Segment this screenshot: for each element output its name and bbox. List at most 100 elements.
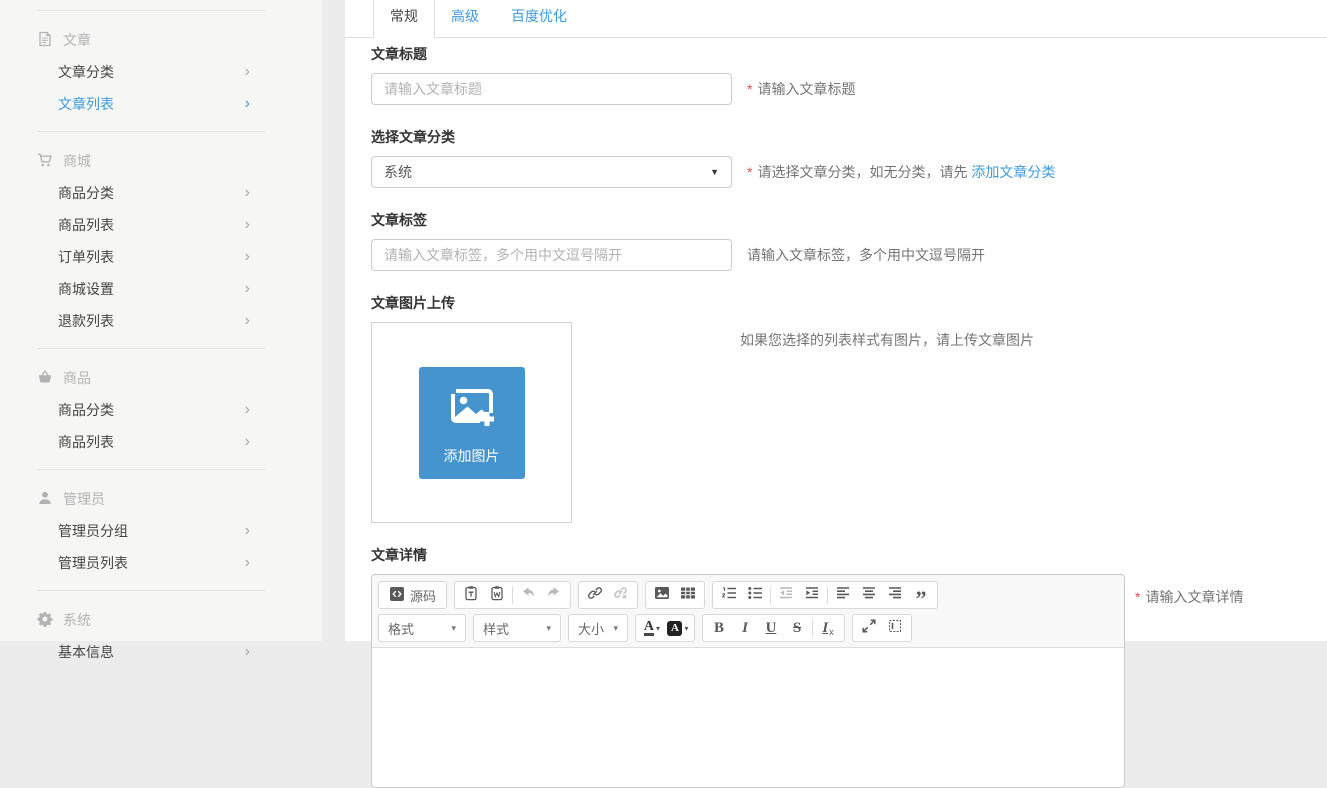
- sidebar-item-refund-list[interactable]: 退款列表 ›: [0, 305, 322, 337]
- outdent-icon: [778, 585, 794, 606]
- sidebar-group-mall-header: 商城: [0, 145, 322, 177]
- sidebar-item-article-category[interactable]: 文章分类 ›: [0, 56, 322, 88]
- sidebar-item-order-list[interactable]: 订单列表 ›: [0, 241, 322, 273]
- article-tags-input[interactable]: [371, 239, 732, 271]
- tab-general[interactable]: 常规: [373, 0, 435, 38]
- size-dropdown[interactable]: 大小 ▾: [568, 614, 628, 642]
- chevron-right-icon: ›: [245, 185, 250, 201]
- redo-button: [541, 583, 567, 607]
- main-panel: 常规 高级 百度优化 文章标题 *请输入文章标题 选择文章分类 系统 ▼: [345, 0, 1327, 641]
- size-dropdown-label: 大小: [578, 619, 604, 638]
- sidebar-item-product-list[interactable]: 商品列表 ›: [0, 426, 322, 458]
- add-image-button[interactable]: 添加图片: [419, 367, 525, 479]
- align-right-icon: [887, 585, 903, 606]
- source-code-button[interactable]: 源码: [382, 583, 443, 607]
- background-color-button[interactable]: A ▾: [665, 616, 691, 640]
- sidebar-item-mall-settings[interactable]: 商城设置 ›: [0, 273, 322, 305]
- article-title-label: 文章标题: [371, 44, 1327, 64]
- align-left-icon: [835, 585, 851, 606]
- article-category-selected-value: 系统: [384, 162, 412, 182]
- sidebar-item-article-list[interactable]: 文章列表 ›: [0, 88, 322, 120]
- sidebar-group-label: 系统: [63, 610, 91, 630]
- editor-content-area[interactable]: [372, 647, 1124, 787]
- add-image-button-label: 添加图片: [444, 446, 500, 466]
- redo-icon: [546, 585, 562, 606]
- bullet-list-button[interactable]: [742, 583, 768, 607]
- toolbar-group-paragraph: ”: [712, 581, 938, 609]
- sidebar-group-label: 商城: [63, 151, 91, 171]
- tab-bar: 常规 高级 百度优化: [345, 0, 1327, 38]
- gear-icon: [37, 611, 53, 630]
- add-image-icon: [446, 380, 498, 437]
- sidebar-item-admin-list[interactable]: 管理员列表 ›: [0, 547, 322, 579]
- article-tags-hint: 请输入文章标签，多个用中文逗号隔开: [747, 245, 985, 265]
- paste-word-button[interactable]: [484, 583, 510, 607]
- bold-button[interactable]: B: [706, 616, 732, 640]
- remove-format-button[interactable]: I x: [815, 616, 841, 640]
- add-article-category-link[interactable]: 添加文章分类: [971, 164, 1055, 180]
- sidebar-item-goods-list[interactable]: 商品列表 ›: [0, 209, 322, 241]
- editor-toolbar: 源码: [372, 575, 1124, 647]
- sidebar-group-article-header: 文章: [0, 24, 322, 56]
- outdent-button: [773, 583, 799, 607]
- sidebar-item-product-category[interactable]: 商品分类 ›: [0, 394, 322, 426]
- link-button[interactable]: [582, 583, 608, 607]
- dropdown-caret-icon: ▾: [684, 624, 688, 633]
- blockquote-button[interactable]: ”: [908, 583, 934, 607]
- underline-button[interactable]: U: [758, 616, 784, 640]
- toolbar-separator: [770, 586, 771, 604]
- sidebar-group-article: 文章 文章分类 › 文章列表 ›: [0, 11, 322, 131]
- toolbar-group-basicstyles: B I U S: [702, 614, 845, 642]
- sidebar-item-admin-group[interactable]: 管理员分组 ›: [0, 515, 322, 547]
- align-center-button[interactable]: [856, 583, 882, 607]
- chevron-right-icon: ›: [245, 523, 250, 539]
- italic-button[interactable]: I: [732, 616, 758, 640]
- chevron-right-icon: ›: [245, 434, 250, 450]
- background-color-icon: A: [667, 621, 682, 636]
- show-blocks-button[interactable]: [882, 616, 908, 640]
- tab-baidu-seo[interactable]: 百度优化: [495, 0, 583, 37]
- article-tags-label: 文章标签: [371, 210, 1327, 230]
- indent-button[interactable]: [799, 583, 825, 607]
- format-dropdown[interactable]: 格式 ▾: [378, 614, 466, 642]
- chevron-right-icon: ›: [245, 644, 250, 660]
- sidebar-group-admin-header: 管理员: [0, 483, 322, 515]
- ordered-list-icon: [721, 585, 737, 606]
- unlink-icon: [613, 585, 629, 606]
- align-left-button[interactable]: [830, 583, 856, 607]
- basket-icon: [37, 369, 53, 388]
- insert-table-button[interactable]: [675, 583, 701, 607]
- chevron-right-icon: ›: [245, 555, 250, 571]
- toolbar-group-link: [578, 581, 638, 609]
- sidebar-group-label: 管理员: [63, 489, 105, 509]
- text-color-button[interactable]: A ▾: [639, 616, 665, 640]
- source-code-icon: [389, 586, 405, 605]
- toolbar-separator: [827, 586, 828, 604]
- align-right-button[interactable]: [882, 583, 908, 607]
- style-dropdown[interactable]: 样式 ▾: [473, 614, 561, 642]
- chevron-right-icon: ›: [245, 402, 250, 418]
- article-image-dropzone: 添加图片: [371, 322, 572, 523]
- article-category-select[interactable]: 系统 ▼: [371, 156, 732, 188]
- sidebar-group-system: 系统 基本信息 ›: [0, 591, 322, 679]
- dropdown-caret-icon: ▾: [451, 623, 456, 634]
- chevron-right-icon: ›: [245, 96, 250, 112]
- tab-advanced[interactable]: 高级: [435, 0, 495, 37]
- cart-icon: [37, 152, 53, 171]
- content-gutter: [322, 0, 345, 641]
- sidebar-group-admin: 管理员 管理员分组 › 管理员列表 ›: [0, 470, 322, 590]
- insert-image-button[interactable]: [649, 583, 675, 607]
- strikethrough-button[interactable]: S: [784, 616, 810, 640]
- maximize-button[interactable]: [856, 616, 882, 640]
- unlink-button: [608, 583, 634, 607]
- toolbar-separator: [512, 586, 513, 604]
- paste-text-button[interactable]: [458, 583, 484, 607]
- article-title-input[interactable]: [371, 73, 732, 105]
- article-title-hint: *请输入文章标题: [747, 79, 855, 99]
- paste-word-icon: [489, 585, 505, 606]
- user-icon: [37, 490, 53, 509]
- sidebar-item-goods-category[interactable]: 商品分类 ›: [0, 177, 322, 209]
- required-mark: *: [1135, 589, 1140, 605]
- ordered-list-button[interactable]: [716, 583, 742, 607]
- link-icon: [587, 585, 603, 606]
